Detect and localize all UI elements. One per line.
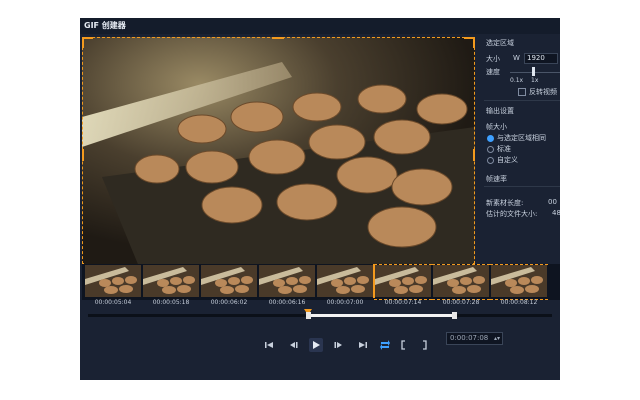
divider — [484, 100, 560, 101]
frame-thumbnail[interactable] — [85, 265, 141, 297]
frame-timestamp: 00:00:07:00 — [326, 299, 364, 306]
divider — [484, 186, 560, 187]
range-start-handle[interactable] — [306, 312, 311, 319]
frame-size-option-same: 与选定区域相同 — [497, 134, 546, 142]
range-end-handle[interactable] — [452, 312, 457, 319]
frame-image — [143, 265, 199, 297]
selected-frame-marker — [490, 264, 548, 300]
frame-thumbnail[interactable] — [201, 265, 257, 297]
timecode-stepper-icon[interactable]: ▴▾ — [494, 333, 500, 344]
go-to-start-icon[interactable] — [262, 338, 276, 352]
frame-timestamp: 00:00:06:02 — [210, 299, 248, 306]
title-bar: GIF 创建器 — [80, 18, 560, 34]
settings-panel: 选定区域 大小 W 1920 速度 0.1x 1x 反转视频 输出设置 帧大小 … — [484, 36, 560, 376]
video-preview[interactable] — [82, 37, 475, 274]
speed-tick-1x: 1x — [531, 77, 539, 84]
frame-size-radio-same[interactable] — [487, 135, 494, 142]
reverse-checkbox[interactable] — [518, 88, 526, 96]
repeat-icon[interactable] — [378, 338, 392, 352]
frame-rate-heading: 帧速率 — [486, 175, 507, 183]
new-length-value: 00 — [548, 198, 557, 206]
crop-handle-top[interactable] — [272, 37, 284, 48]
frame-timestamp: 00:00:07:14 — [384, 299, 422, 306]
crop-handle-right[interactable] — [464, 149, 475, 161]
frame-size-option-custom: 自定义 — [497, 156, 518, 164]
frame-size-radio-custom[interactable] — [487, 157, 494, 164]
frame-thumbnail[interactable] — [317, 265, 373, 297]
mark-in-icon[interactable] — [397, 338, 411, 352]
timecode-value: 0:00:07:08 — [450, 334, 489, 342]
frame-image — [259, 265, 315, 297]
previous-frame-icon[interactable] — [286, 338, 300, 352]
next-frame-icon[interactable] — [332, 338, 346, 352]
frame-timestamp: 00:00:05:18 — [152, 299, 190, 306]
estimated-size-label: 估计的文件大小: — [486, 210, 538, 218]
speed-slider-thumb[interactable] — [532, 67, 535, 76]
output-settings-heading: 输出设置 — [486, 107, 514, 115]
frame-thumbnail[interactable] — [143, 265, 199, 297]
crop-handle-top-left[interactable] — [82, 37, 93, 48]
frame-image — [201, 265, 257, 297]
size-label: 大小 — [486, 55, 500, 63]
frame-size-radio-standard[interactable] — [487, 146, 494, 153]
mark-out-icon[interactable] — [417, 338, 431, 352]
frame-strip[interactable] — [82, 264, 560, 300]
reverse-label: 反转视频 — [529, 88, 557, 96]
seek-selected-range[interactable] — [308, 314, 454, 317]
crop-handle-left[interactable] — [82, 149, 93, 161]
gif-creator-window: GIF 创建器 选定区域 大小 W 1920 速度 0.1x 1x 反转视频 输… — [80, 18, 560, 380]
window-title: GIF 创建器 — [84, 21, 126, 30]
frame-timestamp: 00:00:07:28 — [442, 299, 480, 306]
selected-frame-marker — [432, 264, 490, 300]
select-region-heading: 选定区域 — [486, 39, 514, 47]
frame-timestamp: 00:00:05:04 — [94, 299, 132, 306]
new-length-label: 新素材长度: — [486, 199, 524, 207]
timecode-field[interactable]: 0:00:07:08 ▴▾ — [446, 332, 503, 345]
width-label: W — [513, 54, 520, 62]
play-button[interactable] — [309, 338, 323, 352]
speed-label: 速度 — [486, 68, 500, 76]
speed-tick-min: 0.1x — [510, 77, 524, 84]
frame-image — [85, 265, 141, 297]
frame-thumbnail[interactable] — [259, 265, 315, 297]
crop-handle-top-right[interactable] — [464, 37, 475, 48]
frame-size-heading: 帧大小 — [486, 123, 507, 131]
frame-image — [317, 265, 373, 297]
go-to-end-icon[interactable] — [356, 338, 370, 352]
frame-size-option-standard: 标准 — [497, 145, 511, 153]
speed-slider-track[interactable] — [510, 72, 560, 73]
selected-frame-marker — [374, 264, 432, 300]
frame-timestamp: 00:00:06:16 — [268, 299, 306, 306]
estimated-size-value: 48 — [552, 209, 560, 217]
width-input[interactable]: 1920 — [524, 53, 558, 64]
selection-start-edge[interactable] — [373, 264, 375, 298]
frame-timestamp: 00:00:08:12 — [500, 299, 538, 306]
crop-outline[interactable] — [82, 37, 475, 274]
